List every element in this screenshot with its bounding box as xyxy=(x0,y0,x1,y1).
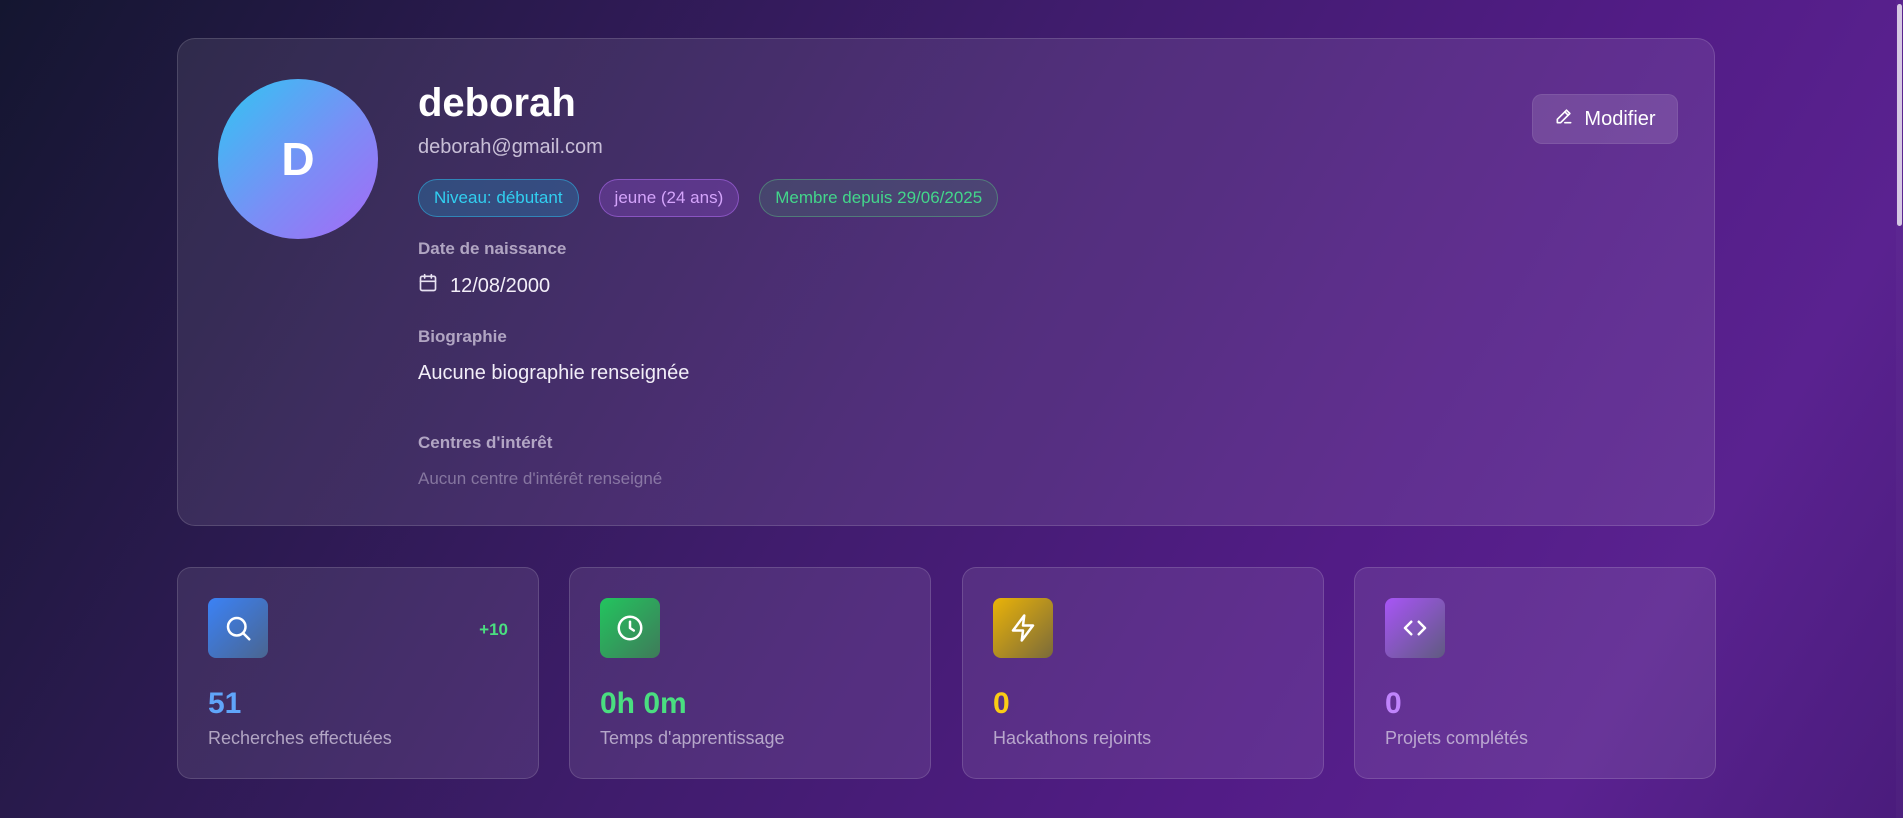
member-since-badge: Membre depuis 29/06/2025 xyxy=(759,179,999,217)
profile-card: D deborah deborah@gmail.com Niveau: débu… xyxy=(177,38,1715,526)
stat-delta: +10 xyxy=(479,620,508,639)
bio-text: Aucune biographie renseignée xyxy=(418,362,690,384)
stat-value: 0h 0m xyxy=(600,687,687,720)
stat-label: Temps d'apprentissage xyxy=(600,728,785,748)
calendar-icon xyxy=(418,273,438,299)
lightning-icon xyxy=(993,598,1053,658)
stat-label: Recherches effectuées xyxy=(208,728,392,748)
code-icon xyxy=(1385,598,1445,658)
profile-name: deborah xyxy=(418,81,576,125)
age-badge: jeune (24 ans) xyxy=(598,179,740,217)
scrollbar-track[interactable] xyxy=(1896,0,1903,818)
stat-card-learning-time: 0h 0m Temps d'apprentissage xyxy=(569,567,931,779)
interests-empty-text: Aucun centre d'intérêt renseigné xyxy=(418,469,663,488)
level-badge: Niveau: débutant xyxy=(418,179,579,217)
scrollbar-thumb[interactable] xyxy=(1897,4,1902,226)
stat-card-hackathons: 0 Hackathons rejoints xyxy=(962,567,1324,779)
bio-label: Biographie xyxy=(418,327,507,346)
edit-profile-label: Modifier xyxy=(1584,107,1656,130)
birth-date-row: 12/08/2000 xyxy=(418,273,1318,299)
profile-badges: Niveau: débutant jeune (24 ans) Membre d… xyxy=(418,179,1318,217)
interests-label: Centres d'intérêt xyxy=(418,433,553,452)
profile-email: deborah@gmail.com xyxy=(418,136,603,158)
stat-value: 0 xyxy=(993,687,1010,720)
avatar: D xyxy=(218,79,378,239)
pencil-icon xyxy=(1554,106,1574,132)
stat-value: 0 xyxy=(1385,687,1402,720)
clock-icon xyxy=(600,598,660,658)
edit-profile-button[interactable]: Modifier xyxy=(1532,94,1678,144)
birth-date-label: Date de naissance xyxy=(418,239,567,258)
stat-label: Projets complétés xyxy=(1385,728,1529,748)
search-icon xyxy=(208,598,268,658)
birth-date-value: 12/08/2000 xyxy=(450,275,551,297)
profile-info: deborah deborah@gmail.com Niveau: débuta… xyxy=(418,79,1318,489)
stat-label: Hackathons rejoints xyxy=(993,728,1152,748)
stat-value: 51 xyxy=(208,687,242,720)
stat-card-searches: +10 51 Recherches effectuées xyxy=(177,567,539,779)
stat-card-projects: 0 Projets complétés xyxy=(1354,567,1716,779)
